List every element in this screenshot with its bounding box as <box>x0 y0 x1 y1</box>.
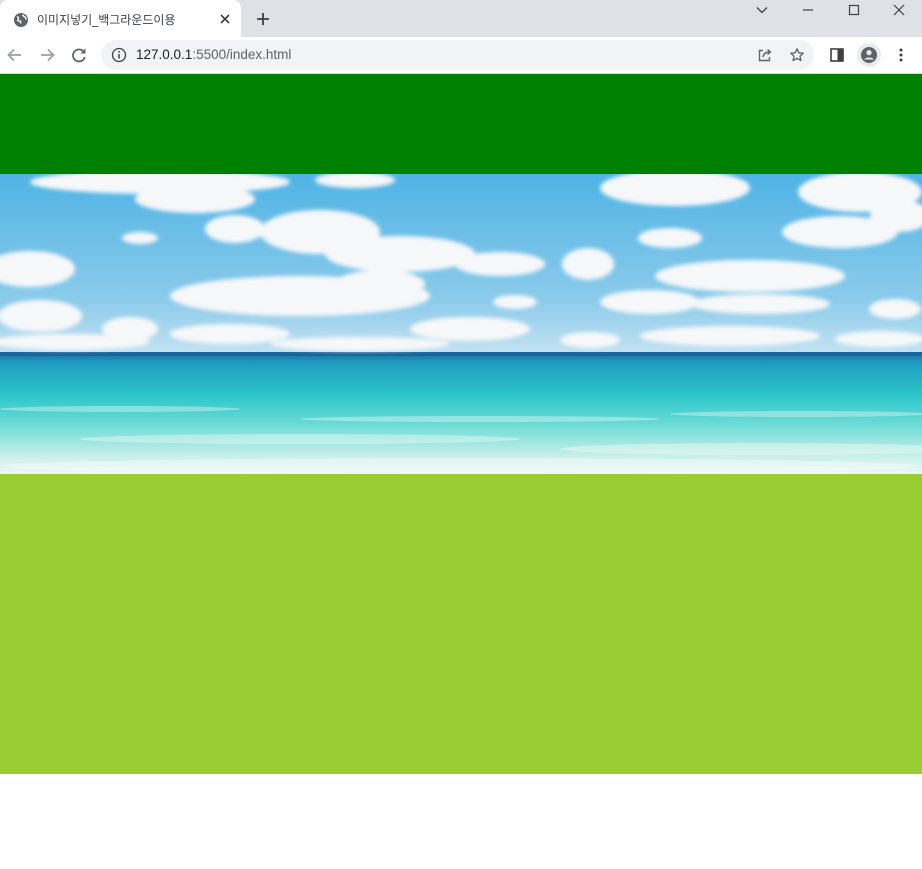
maximize-button[interactable] <box>831 0 877 20</box>
browser-tab-active[interactable]: 이미지넣기_백그라운드이용 <box>0 0 241 37</box>
person-icon <box>861 47 877 63</box>
star-icon[interactable] <box>789 47 805 63</box>
url-host: 127.0.0.1 <box>136 47 193 62</box>
share-icon[interactable] <box>757 47 773 63</box>
chevron-down-icon <box>756 7 768 14</box>
yellowgreen-box <box>0 474 922 774</box>
arrow-left-icon[interactable] <box>5 45 25 65</box>
reload-icon[interactable] <box>69 45 89 65</box>
arrow-right-icon[interactable] <box>37 45 57 65</box>
info-icon[interactable] <box>111 47 127 63</box>
window-close-button[interactable] <box>876 0 922 20</box>
maximize-icon <box>848 4 860 16</box>
url-text[interactable]: 127.0.0.1:5500/index.html <box>136 47 291 62</box>
browser-toolbar: 127.0.0.1:5500/index.html <box>0 37 922 74</box>
url-path: :5500/index.html <box>192 47 292 62</box>
window-close-icon <box>893 4 905 16</box>
minimize-icon <box>803 9 813 11</box>
close-icon[interactable] <box>218 12 232 26</box>
address-bar[interactable]: 127.0.0.1:5500/index.html <box>101 40 814 70</box>
tab-title: 이미지넣기_백그라운드이용 <box>37 13 176 27</box>
tab-search-button[interactable] <box>739 0 785 20</box>
page-viewport <box>0 74 922 869</box>
profile-button[interactable] <box>857 43 881 67</box>
side-panel-icon[interactable] <box>829 47 845 63</box>
beach-background-image <box>0 174 922 474</box>
beach-scene <box>0 174 922 474</box>
plus-icon[interactable] <box>255 11 271 27</box>
tab-strip: 이미지넣기_백그라운드이용 <box>0 0 922 37</box>
minimize-button[interactable] <box>785 0 831 20</box>
globe-icon <box>14 13 28 27</box>
kebab-menu-icon[interactable] <box>893 47 909 63</box>
green-box <box>0 74 922 174</box>
